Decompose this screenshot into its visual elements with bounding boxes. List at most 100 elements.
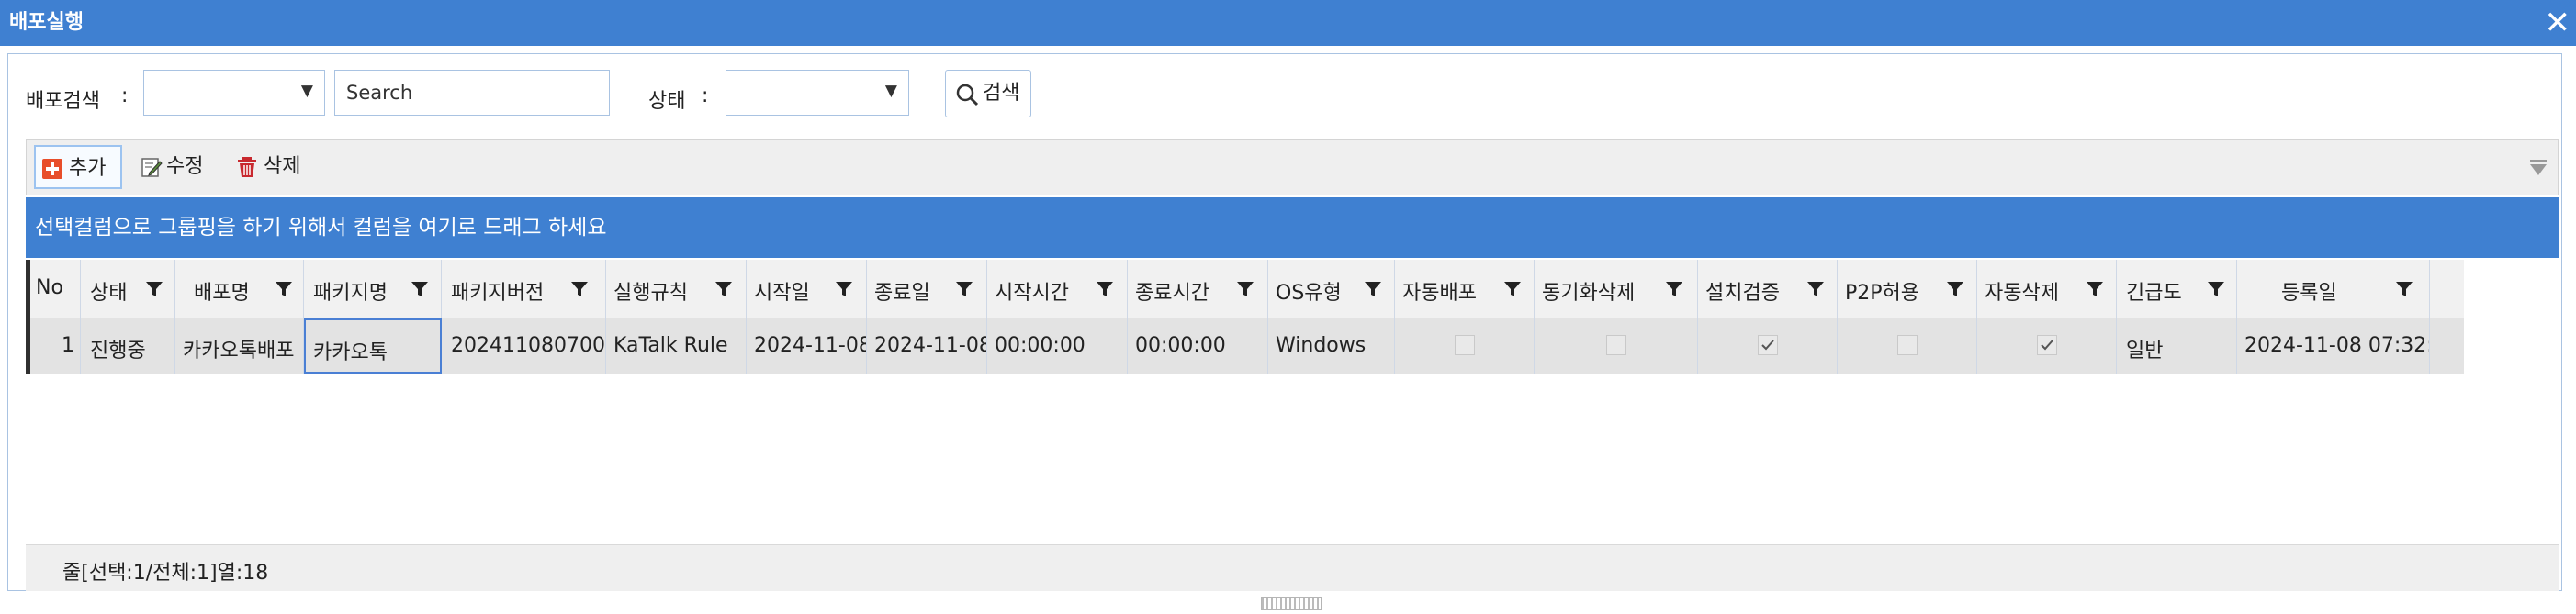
cell-auto-delete[interactable] [1977, 318, 2117, 374]
edit-button[interactable]: 수정 [141, 145, 218, 189]
funnel-icon[interactable] [570, 280, 589, 298]
funnel-icon[interactable] [1364, 280, 1382, 298]
column-header-sync-delete[interactable]: 동기화삭제 [1535, 260, 1698, 318]
window-title: 배포실행 [9, 11, 84, 34]
cell-text: 카카오톡 [313, 341, 388, 364]
column-header-package-version[interactable]: 패키지버전 [442, 260, 606, 318]
column-header-label: 패키지명 [313, 282, 388, 305]
magnifier-icon [956, 84, 979, 106]
funnel-icon[interactable] [2086, 280, 2104, 298]
column-header-label: 시작일 [754, 282, 810, 305]
column-header-deploy-name[interactable]: 배포명 [175, 260, 304, 318]
cell-deploy-name[interactable]: 카카오톡배포 [175, 318, 304, 374]
cell-text: 일반 [2126, 340, 2164, 363]
funnel-icon[interactable] [1665, 280, 1683, 298]
toolbar: 추가 수정 삭제 [26, 139, 2559, 195]
row-count-status: 줄[선택:1/전체:1]열:18 [62, 562, 269, 585]
funnel-icon[interactable] [1806, 280, 1825, 298]
cell-status[interactable]: 진행중 [81, 318, 175, 374]
grid-header-row: No 상태 배포명 패키지명 패키지버전 실행규칙 시작일 종료일 시작시간 종… [30, 260, 2464, 319]
install-verify-checkbox[interactable] [1758, 335, 1778, 355]
cell-urgency[interactable]: 일반 [2117, 318, 2237, 374]
cell-start-time[interactable]: 00:00:00 [987, 318, 1128, 374]
funnel-icon[interactable] [1236, 280, 1254, 298]
auto-delete-checkbox[interactable] [2037, 335, 2057, 355]
column-header-label: 동기화삭제 [1542, 282, 1636, 305]
column-header-end-time[interactable]: 종료시간 [1128, 260, 1268, 318]
close-icon[interactable]: ✕ [2545, 0, 2571, 46]
status-select[interactable]: ▼ [726, 70, 909, 116]
status-label: 상태 [648, 90, 686, 113]
column-header-label: 종료일 [874, 282, 930, 305]
column-header-package-name[interactable]: 패키지명 [304, 260, 442, 318]
column-header-label: 시작시간 [995, 282, 1069, 305]
cell-text: 2024-11-08 [754, 334, 867, 357]
funnel-icon[interactable] [411, 280, 429, 298]
deploy-search-label: 배포검색 [26, 90, 100, 113]
column-header-install-verify[interactable]: 설치검증 [1698, 260, 1838, 318]
data-grid: No 상태 배포명 패키지명 패키지버전 실행규칙 시작일 종료일 시작시간 종… [26, 260, 2559, 544]
column-header-label: 상태 [90, 282, 128, 305]
cell-no[interactable]: 1 [30, 318, 81, 374]
funnel-icon[interactable] [145, 280, 163, 298]
column-header-label: 패키지버전 [451, 282, 545, 305]
column-header-label: 긴급도 [2126, 282, 2182, 305]
cell-text: 2024-11-08 [874, 334, 987, 357]
column-header-os-type[interactable]: OS유형 [1268, 260, 1395, 318]
funnel-icon[interactable] [2395, 280, 2413, 298]
sync-delete-checkbox[interactable] [1606, 335, 1626, 355]
cell-exec-rule[interactable]: KaTalk Rule [606, 318, 747, 374]
deploy-search-select[interactable]: ▼ [143, 70, 325, 116]
cell-text: 20241108070006 [451, 334, 605, 357]
column-header-exec-rule[interactable]: 실행규칙 [606, 260, 747, 318]
funnel-icon[interactable] [714, 280, 733, 298]
column-header-reg-date[interactable]: 등록일 [2237, 260, 2430, 318]
trash-icon [238, 157, 256, 177]
column-header-label: 실행규칙 [613, 282, 688, 305]
colon-label: : [121, 84, 129, 107]
search-button[interactable]: 검색 [945, 70, 1031, 117]
p2p-allow-checkbox[interactable] [1897, 335, 1918, 355]
add-button-label: 추가 [69, 157, 107, 180]
column-header-start-time[interactable]: 시작시간 [987, 260, 1128, 318]
column-header-auto-deploy[interactable]: 자동배포 [1395, 260, 1535, 318]
funnel-icon[interactable] [955, 280, 973, 298]
cell-p2p-allow[interactable] [1838, 318, 1977, 374]
funnel-icon[interactable] [1096, 280, 1114, 298]
cell-auto-deploy[interactable] [1395, 318, 1535, 374]
table-row[interactable]: 1 진행중 카카오톡배포 카카오톡 20241108070006 KaTalk … [30, 318, 2464, 374]
chevron-down-icon: ▼ [884, 82, 897, 100]
auto-deploy-checkbox[interactable] [1455, 335, 1475, 355]
cell-reg-date[interactable]: 2024-11-08 07:32:10 [2237, 318, 2430, 374]
funnel-icon[interactable] [2207, 280, 2225, 298]
column-header-label: No [36, 276, 63, 299]
column-header-urgency[interactable]: 긴급도 [2117, 260, 2237, 318]
cell-package-version[interactable]: 20241108070006 [442, 318, 606, 374]
column-header-auto-delete[interactable]: 자동삭제 [1977, 260, 2117, 318]
funnel-icon[interactable] [275, 280, 293, 298]
funnel-icon[interactable] [835, 280, 853, 298]
column-header-start-date[interactable]: 시작일 [747, 260, 867, 318]
cell-text: 00:00:00 [995, 334, 1086, 357]
column-header-status[interactable]: 상태 [81, 260, 175, 318]
funnel-icon[interactable] [1946, 280, 1964, 298]
cell-install-verify[interactable] [1698, 318, 1838, 374]
group-by-panel[interactable]: 선택컬럼으로 그룹핑을 하기 위해서 컬럼을 여기로 드래그 하세요 [26, 197, 2559, 258]
column-header-no[interactable]: No [30, 260, 81, 318]
resize-handle[interactable] [1261, 597, 1322, 610]
column-header-end-date[interactable]: 종료일 [867, 260, 987, 318]
cell-end-date[interactable]: 2024-11-08 [867, 318, 987, 374]
column-header-label: 자동삭제 [1985, 282, 2059, 305]
add-button[interactable]: 추가 [34, 145, 122, 189]
cell-os-type[interactable]: Windows [1268, 318, 1395, 374]
cell-start-date[interactable]: 2024-11-08 [747, 318, 867, 374]
cell-sync-delete[interactable] [1535, 318, 1698, 374]
column-header-p2p-allow[interactable]: P2P허용 [1838, 260, 1977, 318]
search-input[interactable]: Search [334, 70, 610, 116]
cell-end-time[interactable]: 00:00:00 [1128, 318, 1268, 374]
status-footer: 줄[선택:1/전체:1]열:18 [26, 544, 2559, 591]
toolbar-options-icon[interactable] [2528, 158, 2548, 178]
delete-button[interactable]: 삭제 [236, 145, 313, 189]
cell-package-name[interactable]: 카카오톡 [304, 318, 442, 374]
funnel-icon[interactable] [1503, 280, 1522, 298]
